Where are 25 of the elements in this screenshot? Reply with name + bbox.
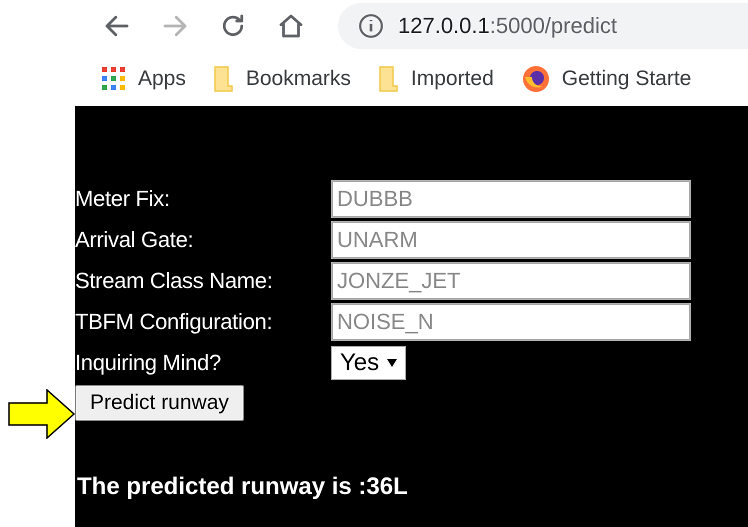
field-label: Arrival Gate: (75, 226, 194, 252)
caret-icon (387, 358, 398, 366)
bookmark-link[interactable]: Imported (378, 66, 494, 92)
address-bar[interactable]: 127.0.0.1:5000/predict (338, 3, 748, 49)
arrow-icon (8, 389, 76, 439)
result-text: The predicted runway is :36L (76, 473, 409, 501)
field-label: Inquiring Mind? (75, 350, 222, 376)
bookmark-link[interactable]: Getting Starte (522, 65, 692, 93)
folder-icon (214, 66, 234, 92)
bookmark-link[interactable]: Apps (102, 67, 186, 91)
field-label: Meter Fix: (75, 186, 171, 212)
dropdown-select[interactable]: Yes (331, 346, 406, 380)
firefox-logo-icon (522, 65, 550, 93)
bookmark-link[interactable]: Bookmarks (214, 66, 351, 92)
text-field[interactable]: UNARM (331, 220, 691, 258)
text-field[interactable]: JONZE_JET (331, 262, 691, 300)
apps-grid-icon (102, 67, 126, 91)
predict-button[interactable]: Predict runway (75, 385, 244, 421)
text-field[interactable]: DUBBB (331, 180, 691, 218)
url-text: 127.0.0.1:5000/predict (398, 13, 617, 39)
field-label: TBFM Configuration: (75, 308, 274, 334)
info-icon (358, 13, 384, 39)
text-field[interactable]: NOISE_N (331, 302, 691, 340)
field-label: Stream Class Name: (75, 268, 274, 294)
folder-icon (378, 66, 399, 92)
